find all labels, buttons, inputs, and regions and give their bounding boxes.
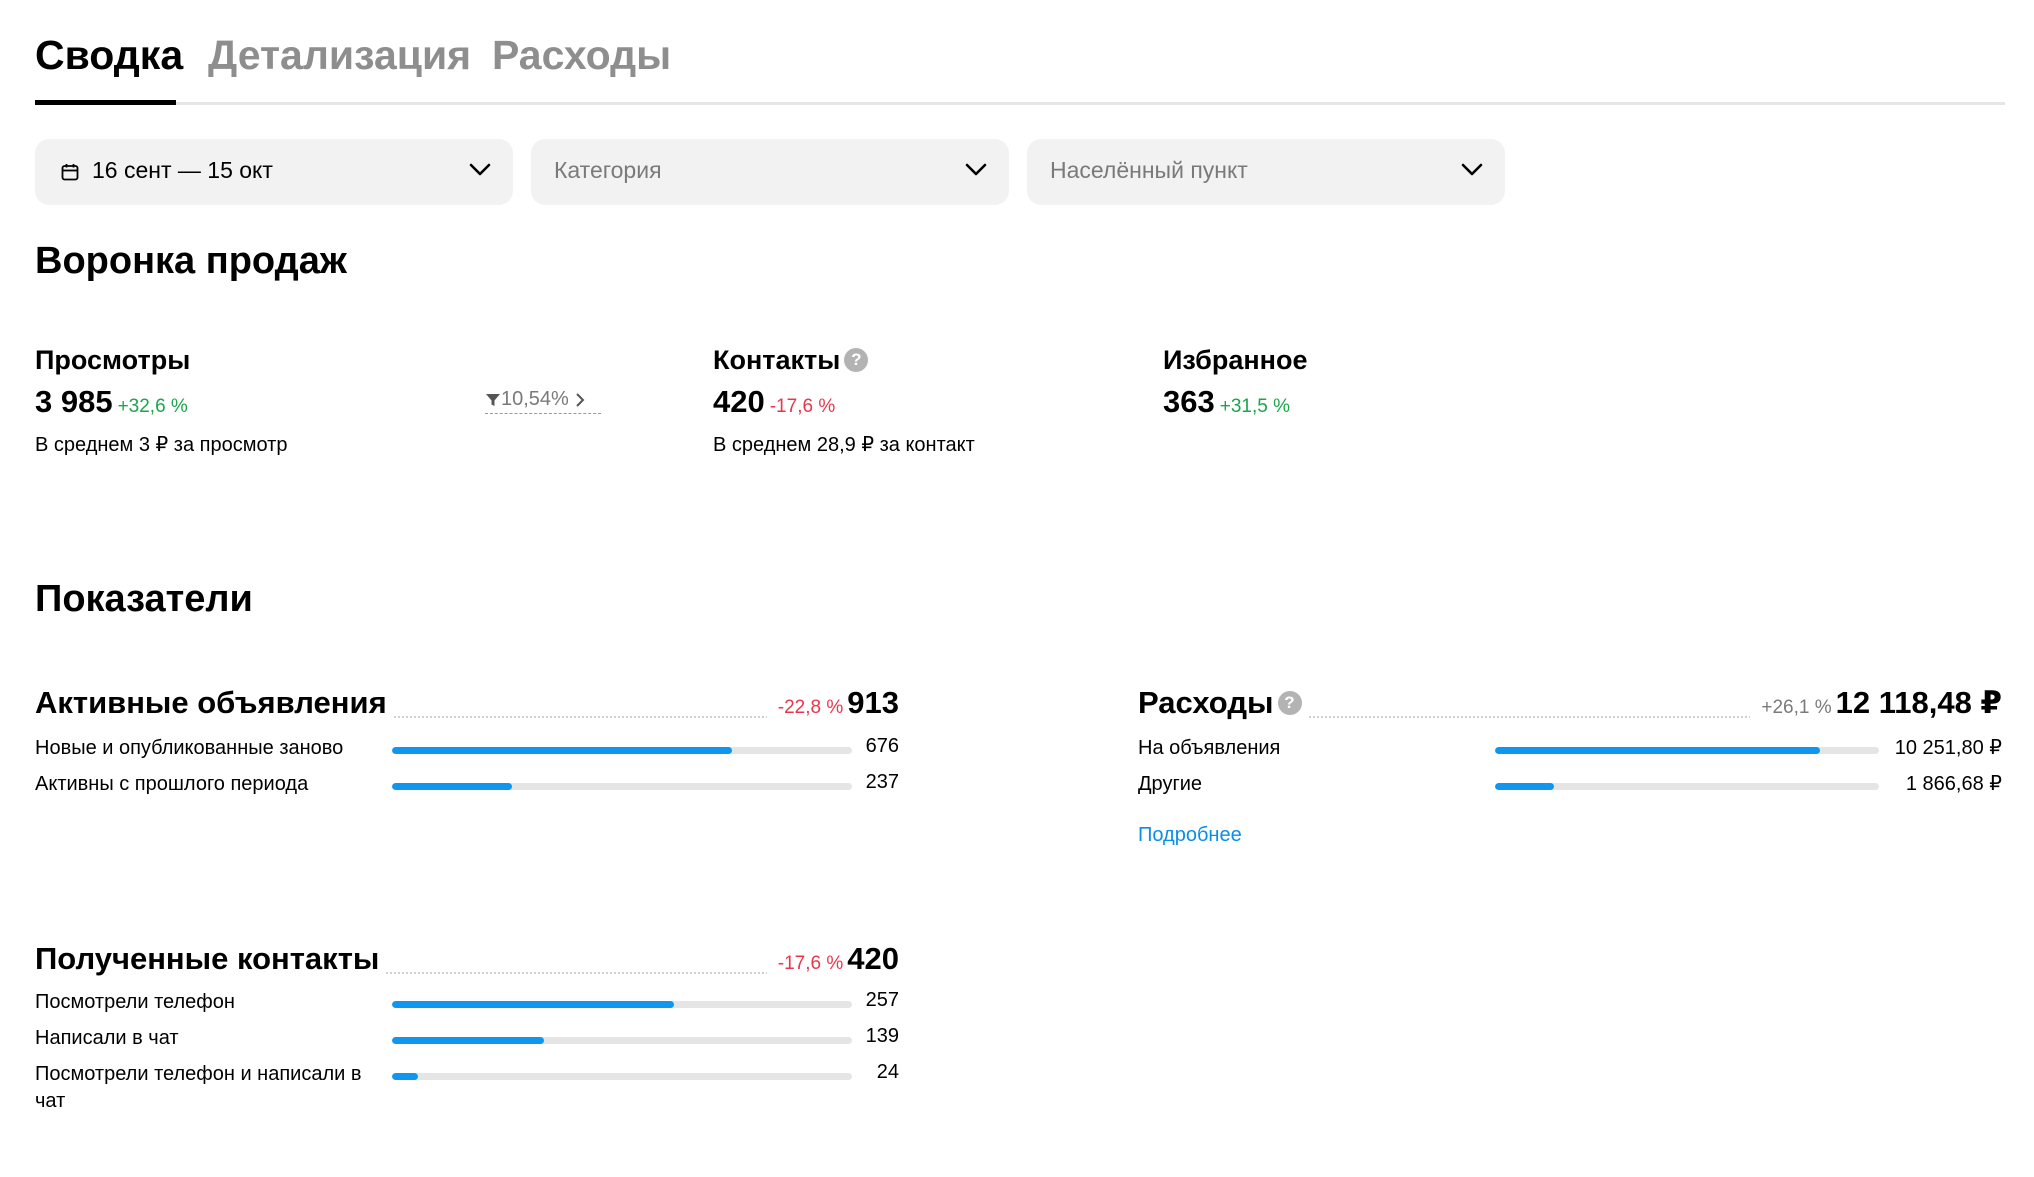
- received-contacts-change: -17,6 %: [777, 953, 844, 974]
- list-item: Посмотрели телефон 257: [35, 985, 899, 1021]
- question-icon[interactable]: ?: [1277, 690, 1302, 715]
- tab-expenses[interactable]: Расходы: [492, 32, 671, 79]
- list-item: Новые и опубликованные заново 676: [35, 731, 899, 767]
- row-value: 237: [865, 771, 899, 793]
- question-icon[interactable]: ?: [844, 347, 869, 372]
- list-item: Активны с прошлого периода 237: [35, 767, 899, 803]
- category-placeholder: Категория: [554, 157, 662, 183]
- list-item: Написали в чат 139: [35, 1021, 899, 1057]
- expenses-total: 12 118,48 ₽: [1835, 685, 2002, 720]
- progress-fill: [392, 747, 733, 754]
- row-label: Другие: [1138, 773, 1203, 795]
- chevron-down-icon: [469, 163, 491, 176]
- progress-fill: [1495, 783, 1555, 790]
- views-value: 3 985: [35, 384, 113, 419]
- row-label: Посмотрели телефон и написали в чат: [35, 1063, 362, 1112]
- chevron-down-icon: [1461, 163, 1483, 176]
- progress-bar: [1495, 747, 1879, 754]
- active-ads-title: Активные объявления: [35, 685, 393, 721]
- row-value: 10 251,80 ₽: [1894, 737, 2002, 759]
- favorites-change: +31,5 %: [1219, 396, 1290, 417]
- row-value: 1 866,68 ₽: [1905, 773, 2002, 795]
- row-label: Новые и опубликованные заново: [35, 737, 344, 759]
- views-label: Просмотры: [35, 345, 191, 375]
- period-select[interactable]: 16 сент — 15 окт: [35, 139, 513, 205]
- expenses-title: Расходы: [1138, 685, 1274, 720]
- tab-summary[interactable]: Сводка: [35, 32, 183, 79]
- progress-bar: [392, 1037, 852, 1044]
- tab-bar: Сводка Детализация Расходы: [35, 22, 2005, 105]
- expenses-change: +26,1 %: [1761, 697, 1832, 718]
- chevron-down-icon: [965, 163, 987, 176]
- location-select[interactable]: Населённый пункт: [1027, 139, 1505, 205]
- category-select[interactable]: Категория: [531, 139, 1009, 205]
- views-change: +32,6 %: [117, 396, 188, 417]
- views-average: В среднем 3 ₽ за просмотр: [35, 434, 288, 456]
- progress-bar: [392, 747, 852, 754]
- row-label: На объявления: [1138, 737, 1281, 759]
- contacts-label: Контакты: [713, 345, 841, 375]
- period-value: 16 сент — 15 окт: [92, 157, 273, 183]
- location-placeholder: Населённый пункт: [1050, 157, 1248, 183]
- list-item: Посмотрели телефон и написали в чат 24: [35, 1057, 899, 1117]
- progress-bar: [392, 1073, 852, 1080]
- received-contacts-total: 420: [847, 941, 899, 976]
- progress-fill: [1495, 747, 1820, 754]
- progress-fill: [392, 1037, 545, 1044]
- active-ads-group: Активные объявления -22,8 % 913 Новые и о…: [35, 685, 899, 803]
- active-tab-indicator: [35, 100, 176, 105]
- views-metric: Просмотры 3 985 +32,6 % В среднем 3 ₽ за …: [35, 345, 287, 457]
- progress-fill: [392, 1073, 419, 1080]
- contacts-average: В среднем 28,9 ₽ за контакт: [713, 434, 975, 456]
- favorites-metric: Избранное 363 +31,5 %: [1163, 345, 1307, 420]
- favorites-value: 363: [1163, 384, 1215, 419]
- active-ads-change: -22,8 %: [777, 697, 844, 718]
- calendar-icon: [61, 164, 79, 181]
- list-item: Другие 1 866,68 ₽: [1138, 767, 2002, 803]
- funnel-icon: [486, 393, 500, 406]
- chevron-right-icon: [576, 393, 585, 407]
- row-value: 24: [876, 1061, 899, 1083]
- funnel-title: Воронка продаж: [35, 240, 347, 282]
- row-label: Написали в чат: [35, 1027, 179, 1049]
- more-details-link[interactable]: Подробнее: [1138, 824, 1242, 847]
- list-item: На объявления 10 251,80 ₽: [1138, 731, 2002, 767]
- row-value: 676: [865, 735, 899, 757]
- received-contacts-title: Полученные контакты: [35, 941, 386, 977]
- row-value: 257: [865, 989, 899, 1011]
- conversion-value: 10,54%: [501, 388, 569, 410]
- tab-details[interactable]: Детализация: [208, 32, 471, 79]
- conversion-link[interactable]: 10,54%: [485, 388, 601, 414]
- active-ads-total: 913: [847, 685, 899, 720]
- progress-bar: [392, 1001, 852, 1008]
- contacts-metric: Контакты? 420 -17,6 % В среднем 28,9 ₽ за…: [713, 345, 975, 457]
- progress-fill: [392, 1001, 674, 1008]
- progress-bar: [1495, 783, 1879, 790]
- contacts-value: 420: [713, 384, 765, 419]
- expenses-group: Расходы? +26,1 % 12 118,48 ₽ На объявлени…: [1138, 685, 2002, 803]
- progress-fill: [392, 783, 512, 790]
- favorites-label: Избранное: [1163, 345, 1308, 375]
- row-label: Посмотрели телефон: [35, 991, 235, 1013]
- progress-bar: [392, 783, 852, 790]
- row-value: 139: [865, 1025, 899, 1047]
- row-label: Активны с прошлого периода: [35, 773, 309, 795]
- received-contacts-group: Полученные контакты -17,6 % 420 Посмотрел…: [35, 941, 899, 1117]
- indicators-title: Показатели: [35, 578, 253, 620]
- stats-page: Сводка Детализация Расходы 16 сент — 15 …: [0, 0, 2034, 1177]
- contacts-change: -17,6 %: [769, 396, 836, 417]
